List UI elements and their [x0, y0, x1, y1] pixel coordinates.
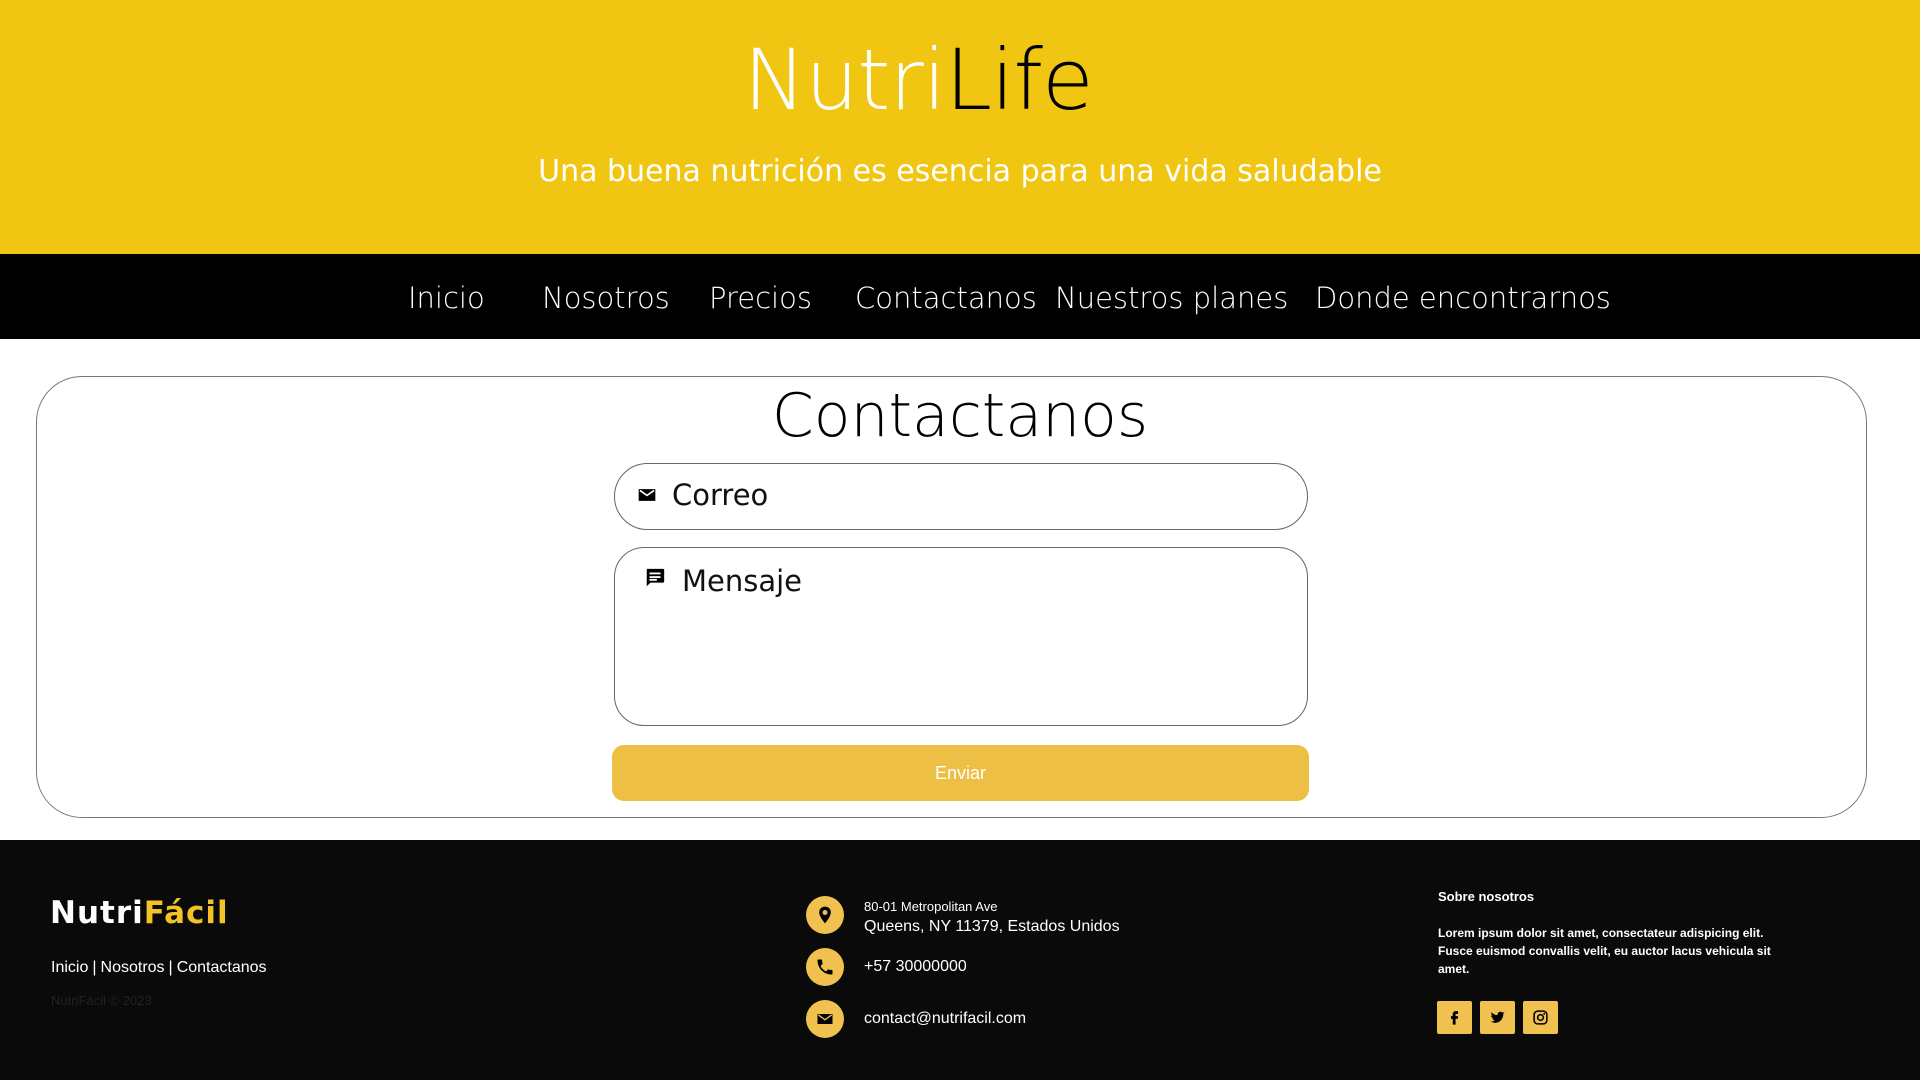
site-header: NutriLife Una buena nutrición es esencia…	[0, 0, 1920, 254]
nav-item-precios[interactable]: Precios	[709, 254, 812, 339]
footer-link-inicio[interactable]: Inicio	[51, 959, 88, 976]
brand-part-1: Nutri	[743, 31, 946, 129]
message-icon	[646, 568, 665, 587]
nav-item-inicio[interactable]: Inicio	[408, 254, 485, 339]
contact-email[interactable]: contact@nutrifacil.com	[864, 1009, 1026, 1029]
location-icon	[806, 896, 844, 934]
site-tagline: Una buena nutrición es esencia para una …	[538, 154, 1382, 189]
address-line-2: Queens, NY 11379, Estados Unidos	[864, 918, 1120, 935]
footer-link-contactanos[interactable]: Contactanos	[177, 959, 267, 976]
instagram-icon[interactable]	[1523, 1001, 1558, 1034]
main-nav: Inicio Nosotros Precios Contactanos Nues…	[0, 254, 1920, 339]
footer-logo: NutriFácil	[50, 893, 229, 933]
email-field[interactable]: Correo	[614, 463, 1308, 530]
nav-item-contactanos[interactable]: Contactanos	[855, 254, 1037, 339]
brand-part-2: Life	[945, 31, 1093, 129]
phone-number: +57 30000000	[864, 958, 967, 975]
footer-links: Inicio | Nosotros | Contactanos	[51, 959, 267, 976]
mail-icon	[638, 489, 656, 501]
nav-item-nosotros[interactable]: Nosotros	[542, 254, 670, 339]
about-text: Lorem ipsum dolor sit amet, consectateur…	[1438, 926, 1771, 976]
footer-copyright: NutriFácil © 2023	[51, 993, 152, 1008]
nav-item-donde-encontrarnos[interactable]: Donde encontrarnos	[1315, 254, 1611, 339]
footer-logo-part-2: Fácil	[143, 895, 229, 931]
site-brand: NutriLife	[0, 30, 1836, 130]
nav-item-nuestros-planes[interactable]: Nuestros planes	[1055, 254, 1288, 339]
twitter-icon[interactable]	[1480, 1001, 1515, 1034]
send-button[interactable]: Enviar	[612, 745, 1309, 801]
footer-logo-part-1: Nutri	[50, 895, 144, 931]
email-placeholder: Correo	[672, 478, 769, 512]
email-icon	[806, 1000, 844, 1038]
about-title: Sobre nosotros	[1438, 889, 1535, 904]
facebook-icon[interactable]	[1437, 1001, 1472, 1034]
message-field[interactable]: Mensaje	[614, 547, 1308, 726]
footer-link-nosotros[interactable]: Nosotros	[101, 959, 165, 976]
address-line-1: 80-01 Metropolitan Ave	[864, 899, 998, 914]
message-placeholder: Mensaje	[682, 564, 803, 598]
phone-icon	[806, 948, 844, 986]
contact-title: Contactanos	[771, 381, 1149, 451]
